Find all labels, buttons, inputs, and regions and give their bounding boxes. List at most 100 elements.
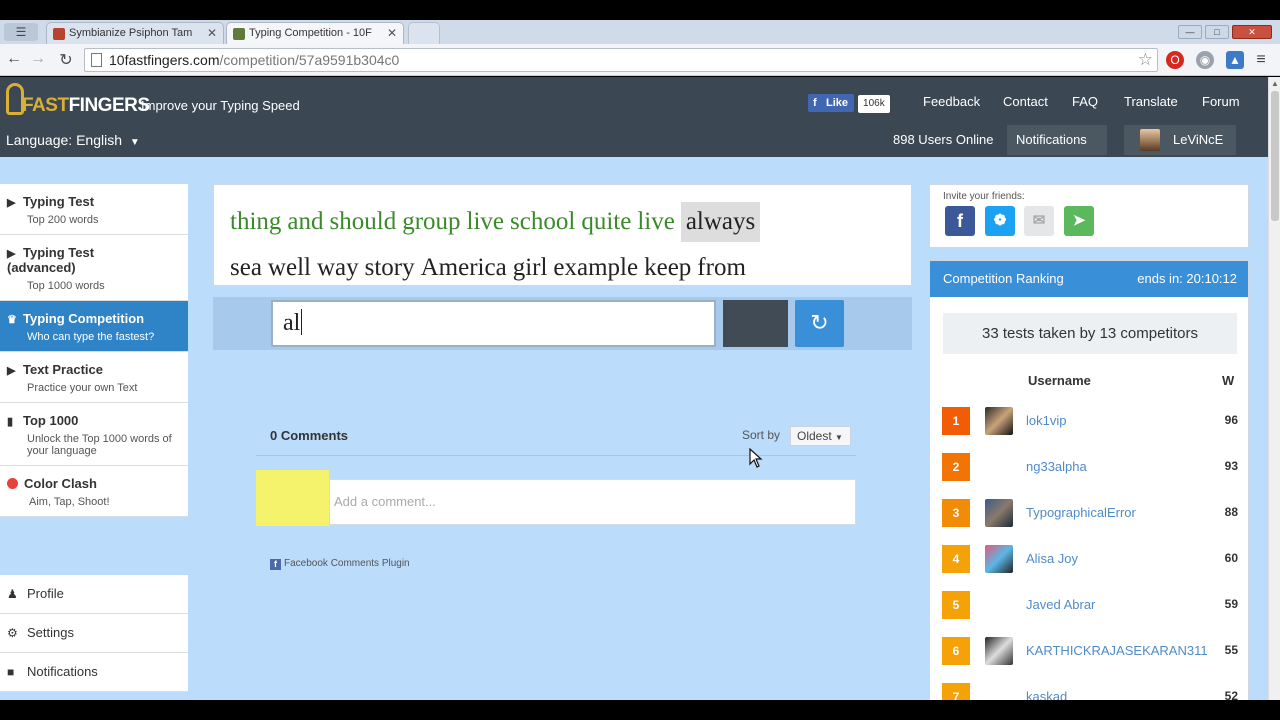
sidebar-item-top-1000[interactable]: ▮ Top 1000 Unlock the Top 1000 words of y… [0, 403, 188, 466]
sidebar-item-settings[interactable]: ⚙ Settings [0, 614, 188, 653]
facebook-like-button[interactable]: Like [808, 94, 855, 112]
new-tab-button[interactable] [408, 22, 440, 44]
input-row: al ↻ [213, 297, 912, 350]
browser-tab-2[interactable]: Typing Competition - 10F ✕ [226, 22, 404, 44]
share-icon[interactable]: ➤ [1064, 206, 1094, 236]
chrome-user-icon[interactable]: ☰ [4, 23, 38, 41]
sidebar-item-label: Notifications [27, 664, 98, 679]
comment-input[interactable]: Add a comment... [329, 479, 856, 525]
tab-favicon [53, 28, 65, 40]
reload-test-button[interactable]: ↻ [795, 300, 844, 347]
logo-text-b: FINGERS [68, 95, 150, 116]
sidebar-item-label: Profile [27, 586, 64, 601]
word: and [287, 208, 324, 235]
ends-in: ends in: 20:10:12 [1137, 271, 1237, 286]
twitter-share-icon[interactable]: ❁ [985, 206, 1015, 236]
bookmark-star-icon[interactable]: ☆ [1138, 49, 1153, 71]
sidebar-item-title: Text Practice [23, 362, 103, 377]
competitor-name-link[interactable]: TypographicalError [1026, 505, 1136, 520]
sidebar-item-title: Top 1000 [23, 413, 79, 428]
address-bar[interactable]: 10fastfingers.com/competition/57a9591b30… [84, 48, 1158, 72]
site-logo[interactable]: FASTFINGERS [6, 83, 150, 119]
sidebar-item-typing-competition[interactable]: ♛ Typing Competition Who can type the fas… [0, 301, 188, 352]
screen-bottom-border [0, 700, 1280, 720]
ranking-header: Competition Ranking ends in: 20:10:12 [930, 261, 1248, 297]
facebook-share-icon[interactable]: f [945, 206, 975, 236]
sidebar-item-sub: Unlock the Top 1000 words of your langua… [27, 433, 172, 457]
red-dot-icon [7, 478, 18, 489]
sidebar-item-color-clash[interactable]: Color Clash Aim, Tap, Shoot! [0, 466, 188, 517]
user-menu[interactable]: LeViNcE [1124, 125, 1236, 155]
competitor-avatar [985, 499, 1013, 527]
scrollbar-thumb[interactable] [1271, 91, 1279, 221]
nav-translate[interactable]: Translate [1124, 94, 1178, 109]
competitor-name-link[interactable]: Alisa Joy [1026, 551, 1078, 566]
commenter-avatar [256, 470, 329, 526]
competitor-wpm: 52 [1224, 689, 1238, 700]
back-icon[interactable]: ← [4, 50, 24, 68]
nav-feedback[interactable]: Feedback [923, 94, 980, 109]
competitor-name-link[interactable]: kaskad [1026, 689, 1067, 700]
globe-extension-icon[interactable]: ◉ [1196, 51, 1214, 69]
page-content: ▶ Typing Test Top 200 words ▶ Typing Test … [0, 157, 1268, 700]
ranking-row: 7 kaskad 52 [942, 682, 1238, 700]
tab-close-icon[interactable]: ✕ [387, 26, 397, 40]
tab-close-icon[interactable]: ✕ [207, 26, 217, 40]
minimize-icon[interactable]: — [1178, 25, 1202, 39]
rank-number: 3 [942, 499, 970, 527]
word: school [510, 208, 576, 235]
screen-top-border [0, 0, 1280, 20]
sidebar-item-title: Typing Test [23, 194, 95, 209]
nav-forum[interactable]: Forum [1202, 94, 1240, 109]
competitor-name-link[interactable]: ng33alpha [1026, 459, 1087, 474]
competitor-wpm: 88 [1224, 505, 1238, 519]
window-controls: — □ ✕ [1175, 22, 1272, 39]
logo-text-a: FAST [22, 95, 69, 116]
vertical-scrollbar[interactable]: ▲ [1268, 77, 1280, 700]
sidebar-item-text-practice[interactable]: ▶ Text Practice Practice your own Text [0, 352, 188, 403]
competitor-wpm: 59 [1224, 597, 1238, 611]
words-display: thing and should group live school quite live al… [213, 184, 912, 286]
word: story [364, 254, 415, 281]
notifications-button[interactable]: Notifications [1007, 125, 1107, 155]
facebook-comments-plugin-link[interactable]: f Facebook Comments Plugin [270, 558, 410, 570]
play-icon: ▶ [7, 248, 16, 260]
word: America [420, 254, 507, 281]
plugin-label: Facebook Comments Plugin [284, 558, 410, 569]
ranking-row: 6 KARTHICKRAJASEKARAN311 55 [942, 636, 1238, 666]
rank-number: 7 [942, 683, 970, 700]
rank-number: 1 [942, 407, 970, 435]
language-label: Language: English [6, 132, 122, 148]
extension-icon[interactable]: ▲ [1226, 51, 1244, 69]
opera-extension-icon[interactable]: O [1166, 51, 1184, 69]
word: sea [230, 254, 262, 281]
competitor-name-link[interactable]: lok1vip [1026, 413, 1066, 428]
reload-icon[interactable]: ↻ [56, 50, 76, 70]
sidebar-account: ♟ Profile ⚙ Settings ■ Notifications [0, 575, 188, 692]
ranking-row: 2 ng33alpha 93 [942, 452, 1238, 482]
competitor-name-link[interactable]: KARTHICKRAJASEKARAN311 [1026, 643, 1208, 658]
nav-faq[interactable]: FAQ [1072, 94, 1098, 109]
ranking-row: 4 Alisa Joy 60 [942, 544, 1238, 574]
browser-tab-1[interactable]: Symbianize Psiphon Tam ✕ [46, 22, 224, 44]
nav-contact[interactable]: Contact [1003, 94, 1048, 109]
scroll-up-icon[interactable]: ▲ [1269, 79, 1280, 88]
forward-icon[interactable]: → [28, 50, 48, 68]
language-selector[interactable]: Language: English ▼ [6, 132, 140, 148]
username: LeViNcE [1173, 132, 1224, 147]
sidebar-item-typing-test-advanced[interactable]: ▶ Typing Test (advanced) Top 1000 words [0, 235, 188, 301]
user-avatar [1140, 129, 1160, 151]
sidebar-item-notifications[interactable]: ■ Notifications [0, 653, 188, 692]
sidebar-item-sub: Aim, Tap, Shoot! [29, 496, 110, 508]
mouse-cursor [749, 447, 763, 473]
email-share-icon[interactable]: ✉ [1024, 206, 1054, 236]
typing-input[interactable]: al [271, 300, 716, 347]
sort-dropdown[interactable]: Oldest ▼ [790, 426, 851, 446]
maximize-icon[interactable]: □ [1205, 25, 1229, 39]
sidebar-item-profile[interactable]: ♟ Profile [0, 575, 188, 614]
competitor-name-link[interactable]: Javed Abrar [1026, 597, 1095, 612]
window-close-icon[interactable]: ✕ [1232, 25, 1272, 39]
divider [256, 455, 856, 456]
menu-icon[interactable]: ≡ [1252, 51, 1270, 69]
sidebar-item-typing-test[interactable]: ▶ Typing Test Top 200 words [0, 184, 188, 235]
